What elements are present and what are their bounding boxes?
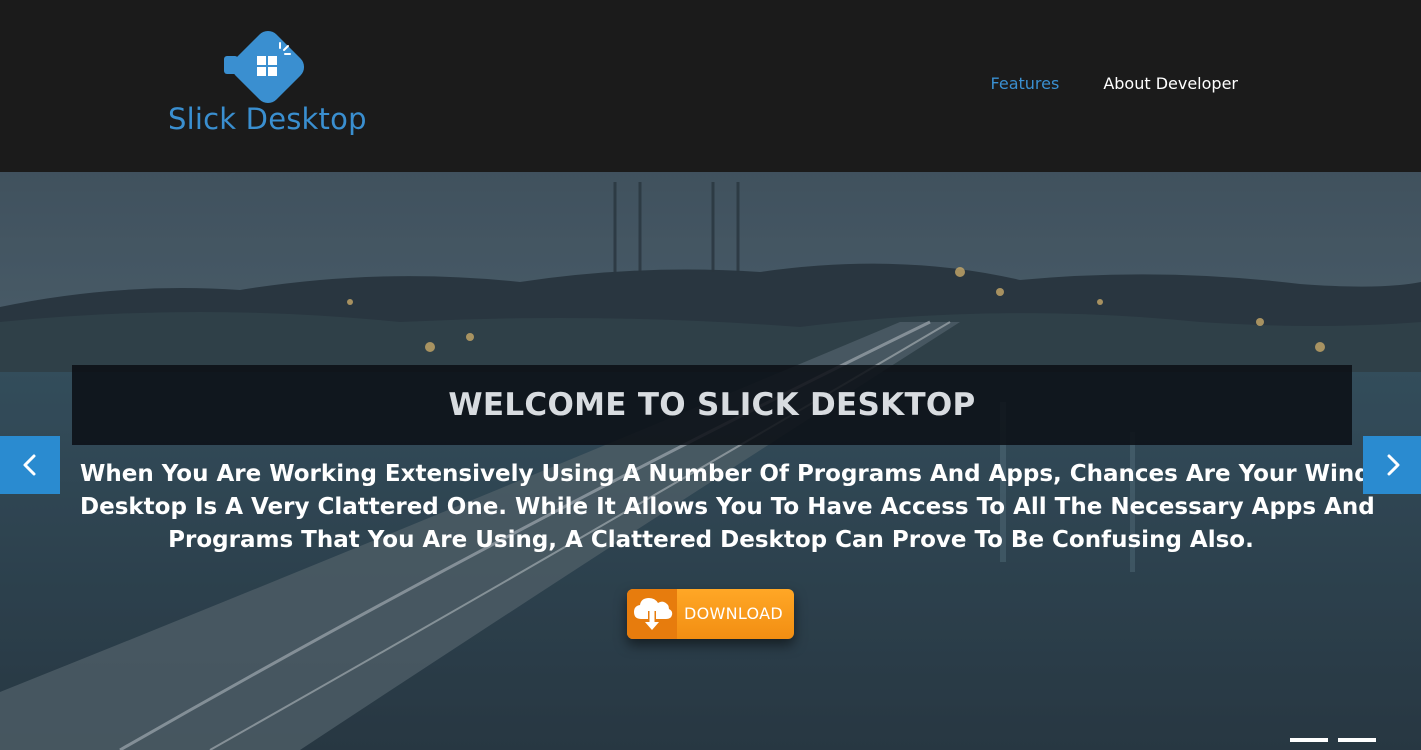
slide-indicator-2[interactable] bbox=[1338, 738, 1376, 742]
site-header: Slick Desktop Features About Developer bbox=[0, 0, 1421, 172]
hero-description-line: Desktop Is A Very Clattered One. While I… bbox=[80, 494, 1375, 520]
welcome-banner: WELCOME TO SLICK DESKTOP bbox=[72, 365, 1352, 445]
slide-indicator-1[interactable] bbox=[1290, 738, 1328, 742]
brand-name: Slick Desktop bbox=[168, 102, 367, 136]
slider-indicators bbox=[1290, 738, 1376, 742]
download-button[interactable]: DOWNLOAD bbox=[627, 589, 794, 639]
slider-next-button[interactable] bbox=[1363, 436, 1421, 494]
cloud-download-icon bbox=[627, 589, 677, 639]
hero-slider: WELCOME TO SLICK DESKTOP When You Are Wo… bbox=[0, 172, 1421, 750]
nav-item-about-developer[interactable]: About Developer bbox=[1103, 74, 1238, 93]
logo[interactable]: Slick Desktop bbox=[166, 22, 376, 142]
hero-title: WELCOME TO SLICK DESKTOP bbox=[448, 387, 976, 423]
main-nav: Features About Developer bbox=[991, 74, 1238, 93]
hero-description: When You Are Working Extensively Using A… bbox=[80, 458, 1421, 557]
nav-item-features[interactable]: Features bbox=[991, 74, 1060, 93]
logo-icon bbox=[224, 30, 305, 104]
slider-prev-button[interactable] bbox=[0, 436, 60, 494]
download-label: DOWNLOAD bbox=[684, 604, 784, 623]
chevron-left-icon bbox=[23, 454, 36, 476]
hero-description-line: When You Are Working Extensively Using A… bbox=[80, 461, 1421, 487]
chevron-right-icon bbox=[1387, 454, 1400, 476]
hero-description-line: Programs That You Are Using, A Clattered… bbox=[168, 527, 1254, 553]
